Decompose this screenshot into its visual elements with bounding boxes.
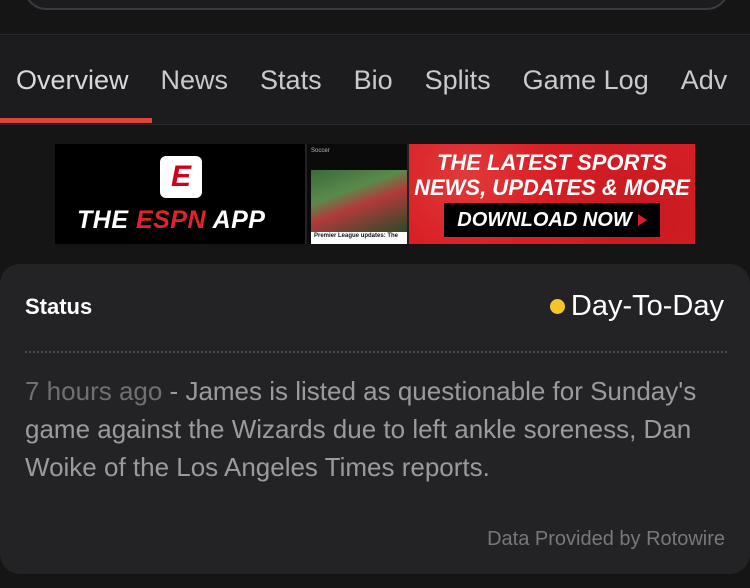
status-dot-icon [549,299,565,314]
search-bar[interactable] [24,0,729,10]
promo-text: THE LATEST SPORTS NEWS, UPDATES & MORE [414,150,690,200]
app-title: THE ESPN APP [77,206,266,234]
tabs-divider [0,124,750,125]
status-indicator: Day-To-Day [549,290,724,323]
injury-note: 7 hours ago - James is listed as questio… [25,376,697,482]
data-credit: Data Provided by Rotowire [487,528,725,550]
tab-splits[interactable]: Splits [409,36,507,124]
phone-header: Soccer [311,148,330,154]
note-time: 7 hours ago [25,376,163,406]
tab-bar: Overview News Stats Bio Splits Game Log … [0,36,750,124]
tab-advanced[interactable]: Adv [665,36,744,124]
tab-game-log[interactable]: Game Log [507,36,665,124]
phone-preview: Soccer Premier League updates: The [305,144,409,244]
dotted-divider [25,351,727,353]
active-tab-indicator [0,118,152,123]
tab-bio[interactable]: Bio [338,36,409,124]
status-card: Status Day-To-Day 7 hours ago - James is… [0,264,750,574]
status-label: Status [25,294,93,319]
tab-stats[interactable]: Stats [244,36,338,124]
status-value: Day-To-Day [570,290,724,322]
espn-app-ad-banner[interactable]: E THE ESPN APP Soccer Premier League upd… [55,144,695,244]
soccer-photo [311,170,407,232]
download-now-button[interactable]: DOWNLOAD NOW [444,203,660,237]
phone-caption: Premier League updates: The [311,232,407,244]
ad-right-panel: THE LATEST SPORTS NEWS, UPDATES & MORE D… [409,144,695,244]
ad-left-panel: E THE ESPN APP [55,144,305,244]
play-arrow-icon [637,214,647,226]
espn-logo-icon: E [160,156,202,198]
tab-news[interactable]: News [145,36,245,124]
top-divider [0,34,750,35]
tab-overview[interactable]: Overview [0,36,145,124]
